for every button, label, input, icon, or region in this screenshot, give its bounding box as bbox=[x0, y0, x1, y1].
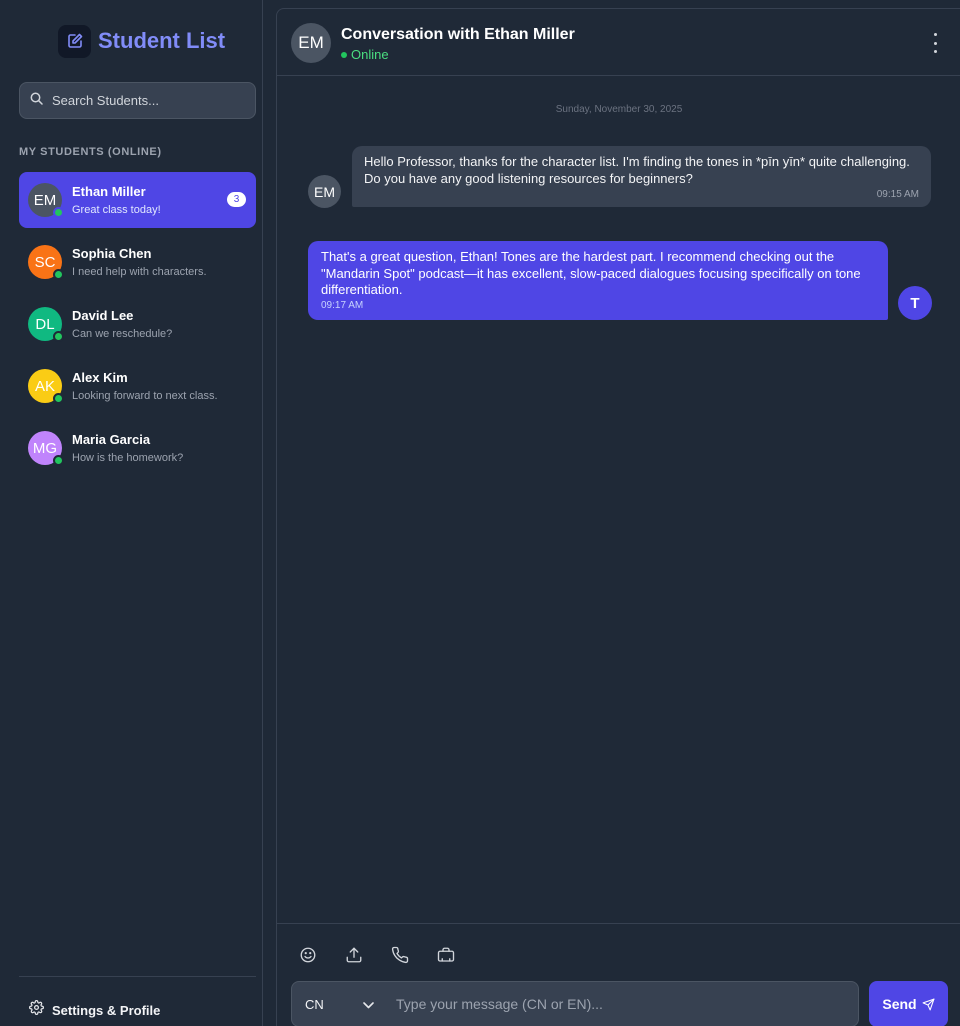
student-list: EM Ethan Miller Great class today! 3 SC … bbox=[19, 172, 256, 482]
smile-icon[interactable] bbox=[297, 944, 319, 966]
edit-note-icon bbox=[58, 24, 91, 58]
student-name: Ethan Miller bbox=[72, 184, 146, 199]
online-status-dot bbox=[53, 393, 64, 404]
message-preview: Great class today! bbox=[72, 204, 161, 216]
date-divider: Sunday, November 30, 2025 bbox=[555, 104, 683, 115]
phone-icon[interactable] bbox=[389, 944, 411, 966]
student-name: Alex Kim bbox=[72, 370, 128, 385]
avatar-initials: MG bbox=[32, 439, 58, 457]
avatar-initials: AK bbox=[34, 377, 55, 395]
conversation-title: Conversation with Ethan Miller bbox=[341, 26, 575, 43]
online-status-dot bbox=[53, 331, 64, 342]
briefcase-icon[interactable] bbox=[435, 944, 457, 966]
avatar: SC bbox=[28, 245, 64, 280]
avatar: MG bbox=[28, 431, 64, 466]
student-item-david-lee[interactable]: DL David Lee Can we reschedule? bbox=[19, 296, 256, 352]
sidebar-title: Student List bbox=[98, 28, 226, 53]
student-search[interactable] bbox=[19, 82, 256, 119]
send-icon bbox=[922, 998, 935, 1010]
sidebar: Student List MY STUDENTS (ONLINE) EM Eth… bbox=[0, 0, 263, 1026]
student-name: Maria Garcia bbox=[72, 432, 151, 447]
message-text: Hello Professor, thanks for the characte… bbox=[364, 154, 910, 186]
avatar: EM bbox=[291, 23, 331, 63]
unread-badge: 3 bbox=[227, 192, 246, 207]
avatar: AK bbox=[28, 369, 64, 404]
outgoing-message: That's a great question, Ethan! Tones ar… bbox=[308, 241, 888, 320]
message-input-field[interactable] bbox=[387, 981, 859, 1026]
message-input[interactable] bbox=[396, 996, 836, 1012]
online-status-dot bbox=[53, 269, 64, 280]
student-item-ethan-miller[interactable]: EM Ethan Miller Great class today! 3 bbox=[19, 172, 256, 228]
composer-toolbar bbox=[297, 944, 481, 966]
message-text: That's a great question, Ethan! Tones ar… bbox=[321, 249, 861, 297]
send-button[interactable]: Send bbox=[869, 981, 948, 1026]
avatar: EM bbox=[28, 183, 64, 218]
incoming-message: Hello Professor, thanks for the characte… bbox=[352, 146, 931, 207]
settings-profile-link[interactable]: Settings & Profile bbox=[29, 1000, 160, 1020]
online-status-dot bbox=[53, 207, 64, 218]
language-select[interactable]: CN bbox=[291, 981, 387, 1026]
section-label: MY STUDENTS (ONLINE) bbox=[19, 146, 162, 158]
online-dot-icon bbox=[341, 51, 347, 58]
message-time: 09:17 AM bbox=[321, 299, 364, 311]
message-preview: How is the homework? bbox=[72, 452, 184, 464]
message-time: 09:15 AM bbox=[876, 189, 919, 200]
gear-icon bbox=[29, 1000, 44, 1020]
student-item-maria-garcia[interactable]: MG Maria Garcia How is the homework? bbox=[19, 420, 256, 476]
divider bbox=[19, 976, 256, 977]
student-name: David Lee bbox=[72, 308, 134, 323]
student-name: Sophia Chen bbox=[72, 246, 152, 261]
chat-panel: EM Conversation with Ethan Miller Online… bbox=[276, 8, 960, 1026]
avatar: DL bbox=[28, 307, 64, 342]
student-item-sophia-chen[interactable]: SC Sophia Chen I need help with characte… bbox=[19, 234, 256, 290]
chevron-down-icon bbox=[363, 997, 374, 1012]
search-input[interactable] bbox=[52, 93, 232, 108]
settings-label: Settings & Profile bbox=[52, 1002, 161, 1018]
brand: Student List bbox=[58, 24, 225, 58]
more-options-icon[interactable] bbox=[931, 33, 939, 53]
avatar: T bbox=[898, 286, 932, 320]
message-preview: I need help with characters. bbox=[72, 266, 207, 278]
divider bbox=[277, 923, 960, 924]
message-preview: Can we reschedule? bbox=[72, 328, 173, 340]
upload-icon[interactable] bbox=[343, 944, 365, 966]
status-text: Online bbox=[351, 47, 389, 62]
chat-header: EM Conversation with Ethan Miller Online bbox=[277, 9, 960, 76]
student-item-alex-kim[interactable]: AK Alex Kim Looking forward to next clas… bbox=[19, 358, 256, 414]
online-status: Online bbox=[341, 47, 389, 62]
message-preview: Looking forward to next class. bbox=[72, 390, 218, 402]
language-value: CN bbox=[305, 996, 324, 1012]
online-status-dot bbox=[53, 455, 64, 466]
avatar-initials: DL bbox=[35, 315, 55, 333]
search-icon bbox=[30, 92, 43, 110]
avatar: EM bbox=[308, 175, 341, 208]
avatar-initials: SC bbox=[34, 253, 56, 271]
avatar-initials: EM bbox=[33, 191, 57, 209]
send-label: Send bbox=[882, 996, 917, 1012]
